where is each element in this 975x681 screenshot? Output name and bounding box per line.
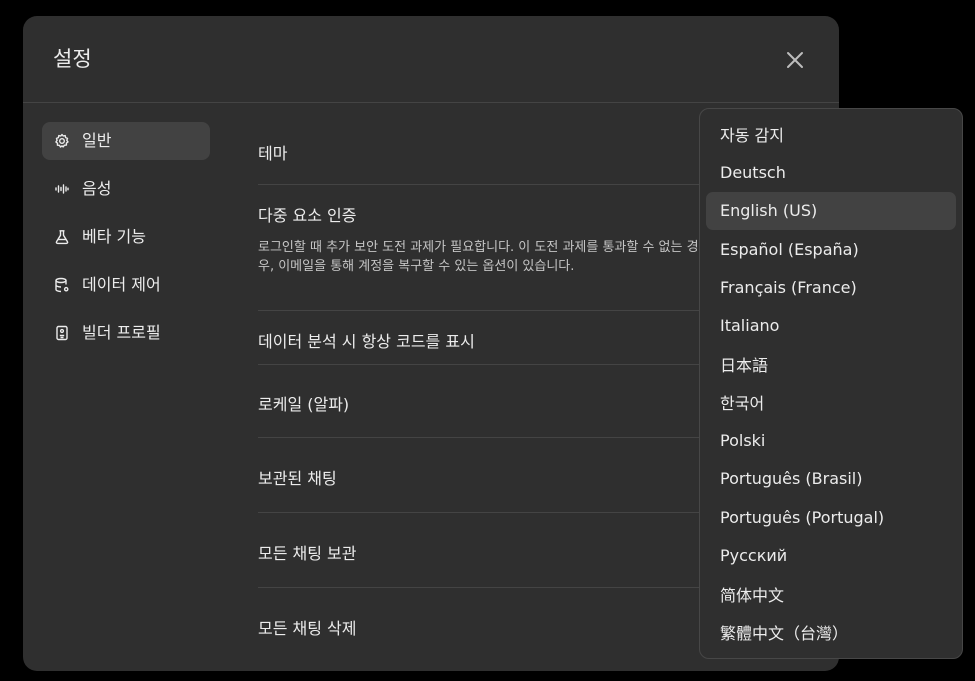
sidebar-item-builder-profile[interactable]: 빌더 프로필	[42, 314, 210, 352]
waveform-icon	[54, 181, 70, 197]
locale-option[interactable]: Français (France)	[706, 268, 956, 306]
locale-option[interactable]: 日本語	[706, 345, 956, 383]
delete-all-label: 모든 채팅 삭제	[258, 619, 357, 638]
locale-option-selected[interactable]: English (US)	[706, 191, 956, 230]
locale-option[interactable]: Português (Portugal)	[706, 498, 956, 536]
dialog-title: 설정	[53, 47, 92, 71]
locale-option[interactable]: 繁體中文（台灣）	[706, 613, 956, 651]
settings-sidebar: 일반 음성 베타 기능 데이터 제어 빌더 프로필	[42, 122, 210, 362]
locale-option[interactable]: 자동 감지	[706, 115, 956, 153]
archive-all-label: 모든 채팅 보관	[258, 544, 357, 563]
locale-option[interactable]: Русский	[706, 536, 956, 574]
theme-row[interactable]: 테마	[258, 103, 718, 185]
sidebar-item-general[interactable]: 일반	[42, 122, 210, 160]
locale-dropdown-menu[interactable]: 자동 감지 Deutsch English (US) Español (Espa…	[699, 108, 963, 659]
sidebar-item-label: 일반	[82, 131, 112, 150]
locale-row[interactable]: 로케일 (알파)	[258, 365, 718, 438]
locale-option[interactable]: Italiano	[706, 306, 956, 344]
sidebar-item-label: 음성	[82, 179, 112, 198]
archived-chats-label: 보관된 채팅	[258, 469, 337, 488]
sidebar-item-label: 빌더 프로필	[82, 323, 161, 342]
sidebar-item-data-controls[interactable]: 데이터 제어	[42, 266, 210, 304]
archive-all-row: 모든 채팅 보관	[258, 513, 718, 588]
close-icon	[787, 52, 803, 68]
locale-option[interactable]: 简体中文	[706, 575, 956, 613]
sidebar-item-voice[interactable]: 음성	[42, 170, 210, 208]
locale-option[interactable]: 한국어	[706, 383, 956, 421]
sidebar-item-label: 데이터 제어	[82, 275, 161, 294]
locale-option[interactable]: Deutsch	[706, 153, 956, 191]
sidebar-item-label: 베타 기능	[82, 227, 146, 246]
close-button[interactable]	[779, 44, 811, 76]
archived-chats-row: 보관된 채팅	[258, 438, 718, 513]
dialog-header: 설정	[23, 16, 839, 103]
locale-option[interactable]: Português (Brasil)	[706, 460, 956, 498]
show-code-label: 데이터 분석 시 항상 코드를 표시	[258, 332, 475, 351]
theme-label: 테마	[258, 144, 288, 163]
flask-icon	[54, 229, 70, 245]
show-code-row: 데이터 분석 시 항상 코드를 표시	[258, 311, 718, 365]
mfa-description: 로그인할 때 추가 보안 도전 과제가 필요합니다. 이 도전 과제를 통과할 …	[258, 240, 699, 274]
mfa-row: 다중 요소 인증 로그인할 때 추가 보안 도전 과제가 필요합니다. 이 도전…	[258, 185, 718, 311]
locale-label: 로케일 (알파)	[258, 395, 350, 414]
settings-content: 테마 다중 요소 인증 로그인할 때 추가 보안 도전 과제가 필요합니다. 이…	[258, 103, 718, 663]
id-card-icon	[54, 325, 70, 341]
delete-all-row: 모든 채팅 삭제	[258, 588, 718, 663]
gear-icon	[54, 133, 70, 149]
locale-option[interactable]: Polski	[706, 421, 956, 459]
locale-option[interactable]: Español (España)	[706, 230, 956, 268]
database-icon	[54, 277, 70, 293]
mfa-label: 다중 요소 인증	[258, 206, 357, 225]
sidebar-item-beta[interactable]: 베타 기능	[42, 218, 210, 256]
